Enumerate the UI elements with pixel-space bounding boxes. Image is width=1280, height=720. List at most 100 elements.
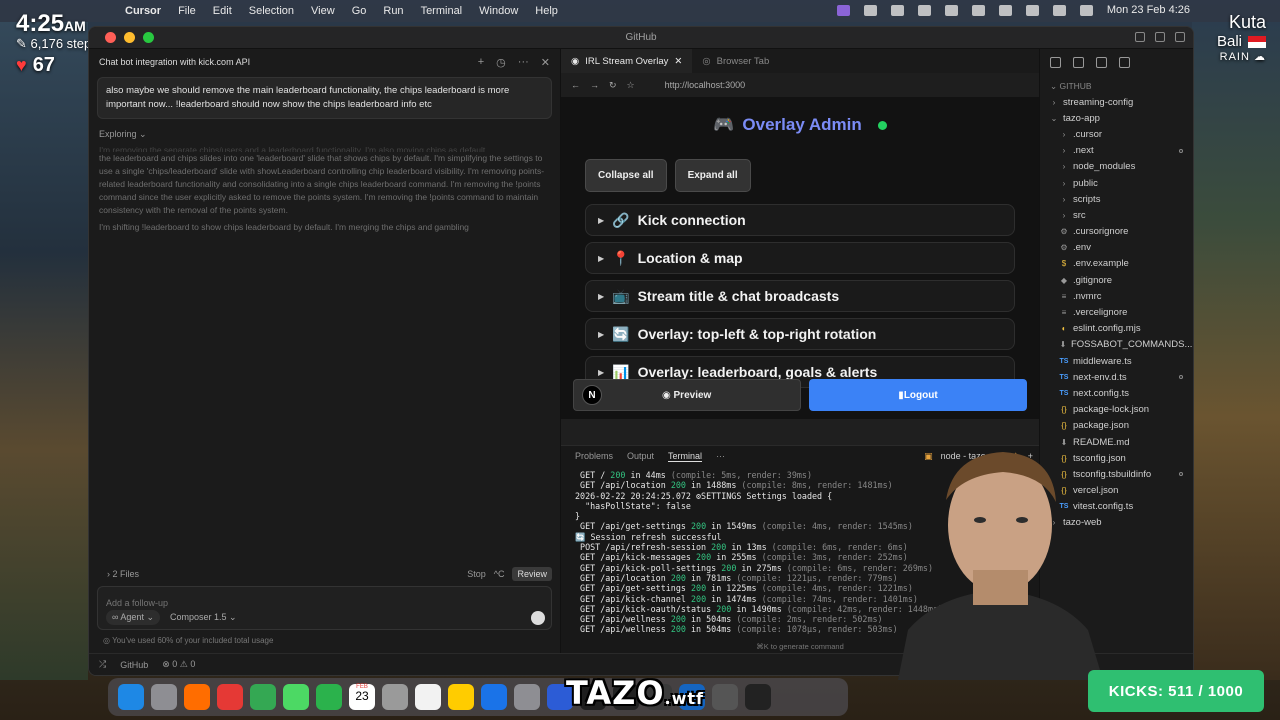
- search-icon[interactable]: [1073, 56, 1084, 68]
- settings-gear-icon[interactable]: [1175, 32, 1185, 42]
- section-0[interactable]: ▶ 🔗 Kick connection: [585, 204, 1015, 236]
- tab-terminal[interactable]: Terminal: [668, 451, 703, 462]
- menubar-datetime[interactable]: Mon 23 Feb 4:26: [1107, 4, 1190, 16]
- problems-count[interactable]: ⊗ 0 ⚠ 0: [162, 659, 195, 670]
- section-3[interactable]: ▶ 🔄 Overlay: top-left & top-right rotation: [585, 318, 1015, 350]
- tab-output[interactable]: Output: [627, 451, 654, 461]
- branch-label[interactable]: GitHub: [120, 660, 148, 670]
- copy-files-icon[interactable]: [1050, 56, 1061, 68]
- folder-item[interactable]: › .cursor: [1040, 126, 1193, 142]
- tab-problems[interactable]: Problems: [575, 451, 613, 461]
- stop-generation-button[interactable]: [531, 611, 545, 625]
- menu-help[interactable]: Help: [535, 5, 558, 17]
- file-item[interactable]: ⬇ FOSSABOT_COMMANDS....: [1040, 337, 1193, 353]
- menu-file[interactable]: File: [178, 5, 196, 17]
- play-icon[interactable]: [917, 4, 931, 16]
- dock-app-icon[interactable]: [448, 684, 474, 710]
- toggle-sidebar-icon[interactable]: [1155, 32, 1165, 42]
- dock-app-icon[interactable]: [283, 684, 309, 710]
- chevron-down-icon[interactable]: ⌄: [139, 129, 147, 139]
- battery-icon[interactable]: [1025, 4, 1039, 16]
- dock-app-icon[interactable]: [745, 684, 771, 710]
- menu-run[interactable]: Run: [383, 5, 403, 17]
- screen-record-icon[interactable]: [836, 4, 850, 16]
- dock-app-icon[interactable]: [118, 684, 144, 710]
- review-button[interactable]: Review: [512, 567, 552, 581]
- file-item[interactable]: ⚙ .cursorignore: [1040, 224, 1193, 240]
- forward-icon[interactable]: →: [590, 80, 599, 90]
- disclosure-triangle-icon[interactable]: ▶: [598, 216, 604, 225]
- section-2[interactable]: ▶ 📺 Stream title & chat broadcasts: [585, 280, 1015, 312]
- back-icon[interactable]: ←: [571, 80, 580, 90]
- dock-app-icon[interactable]: [250, 684, 276, 710]
- wifi-icon[interactable]: [998, 4, 1012, 16]
- folder-item[interactable]: › node_modules: [1040, 159, 1193, 175]
- dock-app-icon[interactable]: [415, 684, 441, 710]
- folder-item[interactable]: › src: [1040, 207, 1193, 223]
- tab-browser-tab[interactable]: ◎ Browser Tab: [692, 49, 779, 73]
- disclosure-triangle-icon[interactable]: ▶: [598, 292, 604, 301]
- preview-button[interactable]: N ◉ Preview: [573, 379, 801, 411]
- file-item[interactable]: ◐ eslint.config.mjs: [1040, 321, 1193, 337]
- cloud-icon[interactable]: [890, 4, 904, 16]
- menu-go[interactable]: Go: [352, 5, 367, 17]
- menu-cursor[interactable]: Cursor: [125, 5, 161, 17]
- file-item[interactable]: ≡ .vercelignore: [1040, 304, 1193, 320]
- star-icon[interactable]: ☆: [627, 80, 635, 91]
- more-icon[interactable]: ···: [518, 56, 529, 69]
- new-chat-icon[interactable]: +: [478, 56, 484, 69]
- close-icon[interactable]: ✕: [541, 56, 550, 69]
- dock-app-icon[interactable]: FEB 23: [349, 684, 375, 710]
- collapse-all-button[interactable]: Collapse all: [585, 159, 667, 192]
- dock-app-icon[interactable]: [712, 684, 738, 710]
- dock-app-icon[interactable]: [151, 684, 177, 710]
- exploring-label[interactable]: Exploring: [99, 129, 137, 139]
- files-label[interactable]: 2 Files: [113, 569, 140, 579]
- menu-selection[interactable]: Selection: [249, 5, 294, 17]
- user-message[interactable]: also maybe we should remove the main lea…: [97, 77, 552, 119]
- file-item[interactable]: TS middleware.ts: [1040, 353, 1193, 369]
- dock-app-icon[interactable]: [514, 684, 540, 710]
- tab-irl-stream-overlay[interactable]: ◉ IRL Stream Overlay ✕: [561, 49, 693, 73]
- explorer-root[interactable]: GITHUB: [1059, 81, 1091, 91]
- folder-item[interactable]: › streaming-config: [1040, 94, 1193, 110]
- file-item[interactable]: ≡ .nvmrc: [1040, 288, 1193, 304]
- folder-item[interactable]: › scripts: [1040, 191, 1193, 207]
- dock-app-icon[interactable]: [481, 684, 507, 710]
- extensions-icon[interactable]: [1119, 56, 1130, 68]
- stop-button[interactable]: Stop: [467, 569, 486, 579]
- model-selector[interactable]: Composer 1.5 ⌄: [170, 612, 237, 623]
- folder-item[interactable]: › .next: [1040, 143, 1193, 159]
- history-icon[interactable]: ◷: [496, 56, 506, 69]
- remote-icon[interactable]: ⤮: [99, 659, 106, 670]
- expand-all-button[interactable]: Expand all: [674, 159, 751, 192]
- menu-window[interactable]: Window: [479, 5, 518, 17]
- folder-item[interactable]: ⌄ tazo-app: [1040, 110, 1193, 126]
- file-item[interactable]: {} package-lock.json: [1040, 402, 1193, 418]
- dock-app-icon[interactable]: [184, 684, 210, 710]
- source-control-icon[interactable]: [1096, 56, 1107, 68]
- reload-icon[interactable]: ↻: [609, 80, 617, 91]
- control-center-icon[interactable]: [1079, 4, 1093, 16]
- file-item[interactable]: ◆ .gitignore: [1040, 272, 1193, 288]
- file-item[interactable]: TS next.config.ts: [1040, 385, 1193, 401]
- close-tab-icon[interactable]: ✕: [674, 56, 682, 67]
- file-item[interactable]: ⚙ .env: [1040, 240, 1193, 256]
- follow-up-input[interactable]: [106, 598, 543, 608]
- dock-app-icon[interactable]: [382, 684, 408, 710]
- car-icon[interactable]: [944, 4, 958, 16]
- dock-app-icon[interactable]: [316, 684, 342, 710]
- toggle-panel-icon[interactable]: [1135, 32, 1145, 42]
- disclosure-triangle-icon[interactable]: ▶: [598, 330, 604, 339]
- file-item[interactable]: TS next-env.d.ts: [1040, 369, 1193, 385]
- disclosure-triangle-icon[interactable]: ▶: [598, 254, 604, 263]
- logout-button[interactable]: ▮ Logout: [809, 379, 1027, 411]
- search-icon[interactable]: [1052, 4, 1066, 16]
- menu-view[interactable]: View: [311, 5, 335, 17]
- file-item[interactable]: $ .env.example: [1040, 256, 1193, 272]
- more-icon[interactable]: ···: [716, 451, 725, 461]
- chat-title[interactable]: Chat bot integration with kick.com API: [99, 57, 250, 67]
- menu-terminal[interactable]: Terminal: [421, 5, 463, 17]
- section-1[interactable]: ▶ 📍 Location & map: [585, 242, 1015, 274]
- keyboard-icon[interactable]: [971, 4, 985, 16]
